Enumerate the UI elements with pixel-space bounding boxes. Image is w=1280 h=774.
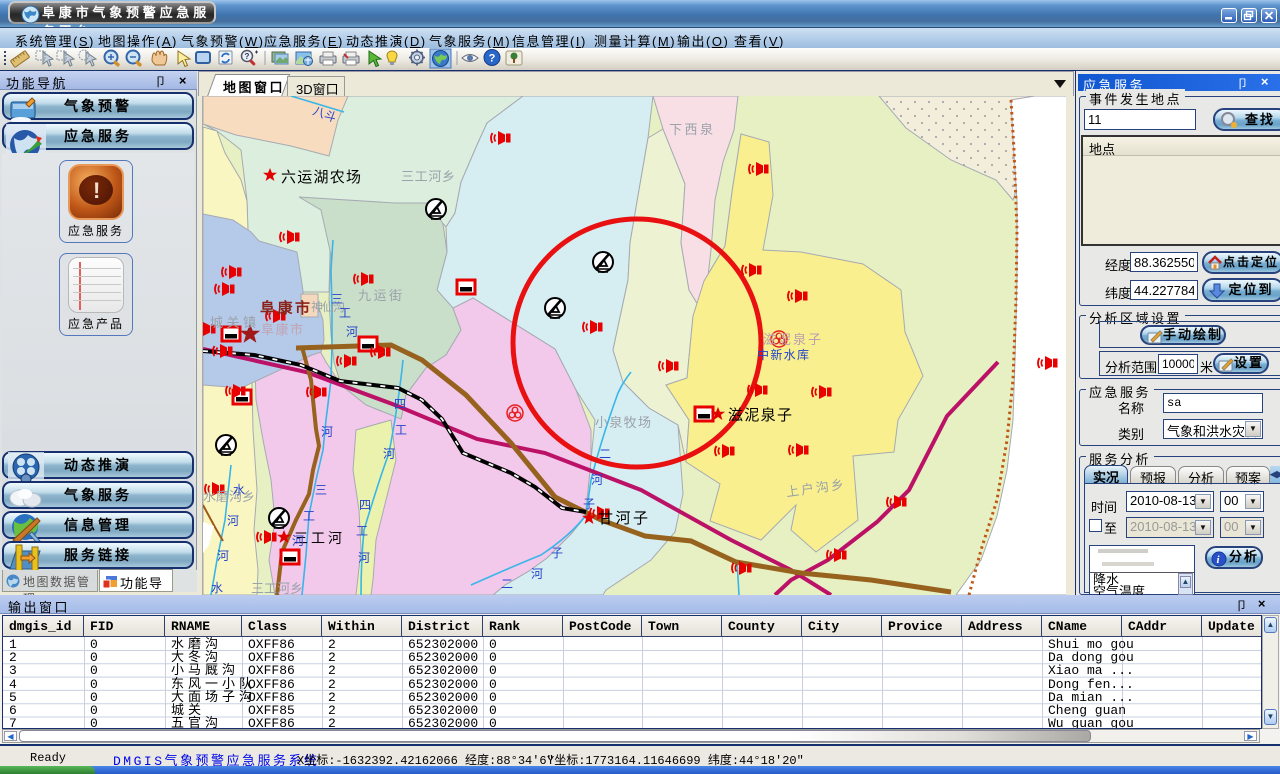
svg-text:工: 工	[356, 524, 368, 538]
svg-text:河: 河	[358, 551, 370, 565]
svg-text:阜康市: 阜康市	[260, 299, 310, 317]
svg-text:四: 四	[359, 498, 371, 512]
svg-text:滋泥泉子: 滋泥泉子	[763, 332, 821, 347]
svg-text:九运街: 九运街	[358, 288, 402, 303]
svg-text:二: 二	[599, 447, 611, 461]
svg-text:河: 河	[321, 425, 333, 439]
svg-text:城关镇: 城关镇	[210, 315, 256, 330]
svg-text:i: i	[1216, 554, 1221, 566]
svg-text:水: 水	[211, 581, 223, 595]
svg-text:河: 河	[531, 567, 543, 581]
svg-text:河: 河	[346, 325, 358, 339]
svg-text:中新水库: 中新水库	[757, 347, 809, 362]
svg-text:三: 三	[315, 483, 327, 497]
svg-text:三: 三	[331, 292, 343, 306]
svg-text:六运湖农场: 六运湖农场	[281, 169, 361, 186]
svg-text:甘河子: 甘河子	[598, 510, 648, 527]
svg-text:二: 二	[501, 577, 513, 591]
svg-text:滋泥泉子: 滋泥泉子	[728, 407, 792, 424]
svg-text:小泉牧场: 小泉牧场	[595, 415, 651, 430]
svg-text:河: 河	[383, 447, 395, 461]
svg-text:子: 子	[583, 497, 595, 511]
svg-text:水磨沟乡: 水磨沟乡	[203, 489, 255, 504]
svg-text:河: 河	[227, 514, 239, 528]
svg-text:四: 四	[394, 397, 406, 411]
svg-text:三工河乡: 三工河乡	[251, 581, 303, 595]
svg-text:?: ?	[489, 53, 496, 65]
svg-text:工: 工	[395, 423, 407, 437]
svg-text:子: 子	[551, 546, 563, 560]
svg-text:工: 工	[303, 509, 315, 523]
svg-text:下西泉: 下西泉	[669, 122, 713, 137]
svg-text:河: 河	[292, 534, 304, 548]
svg-text:河: 河	[217, 549, 229, 563]
svg-text:阜康市: 阜康市	[261, 322, 303, 337]
svg-text:?: ?	[245, 52, 250, 61]
svg-text:水: 水	[233, 483, 245, 497]
svg-text:三工河乡: 三工河乡	[401, 169, 455, 184]
svg-text:河: 河	[591, 473, 603, 487]
svg-text:工: 工	[339, 306, 351, 320]
